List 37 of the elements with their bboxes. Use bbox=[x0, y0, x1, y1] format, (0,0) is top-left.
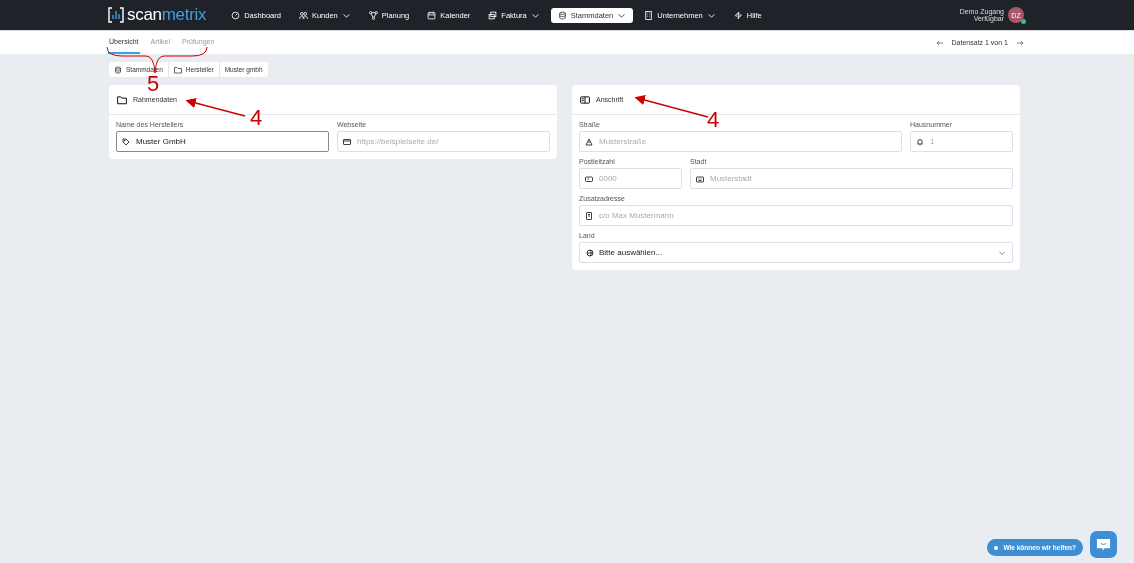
browser-icon bbox=[343, 137, 351, 146]
input-field[interactable]: Musterstadt bbox=[690, 168, 1013, 189]
globe-icon bbox=[586, 248, 594, 257]
tag-icon bbox=[122, 137, 130, 146]
select-field[interactable]: Bitte auswählen... bbox=[579, 242, 1013, 263]
bolt-icon bbox=[733, 10, 743, 20]
folder-icon bbox=[117, 94, 127, 105]
input-field[interactable]: https://beispielseite.de/ bbox=[337, 131, 550, 152]
database-icon bbox=[114, 65, 122, 74]
logo-text: scanmetrix bbox=[127, 5, 207, 25]
gauge-icon bbox=[231, 10, 241, 20]
arrow-right-icon[interactable] bbox=[1016, 38, 1024, 47]
calendar-icon bbox=[427, 10, 437, 20]
annotation-number: 4 bbox=[250, 107, 263, 129]
city-icon bbox=[696, 174, 704, 183]
input-field[interactable]: 0000 bbox=[579, 168, 682, 189]
input-field[interactable]: Muster GmbH bbox=[116, 131, 329, 152]
nodes-icon bbox=[368, 10, 378, 20]
input-field[interactable]: 1 bbox=[910, 131, 1013, 152]
bell-icon bbox=[916, 137, 924, 146]
arrow-left-icon[interactable] bbox=[935, 38, 944, 47]
annotation-number: 4 bbox=[707, 109, 720, 131]
chat-bubble-icon bbox=[1096, 537, 1111, 552]
mailbox-icon bbox=[585, 174, 593, 183]
annotation-arrow bbox=[185, 97, 246, 117]
people-icon bbox=[298, 10, 308, 20]
logo-icon bbox=[108, 7, 124, 23]
database-icon bbox=[557, 10, 567, 20]
road-sign-icon bbox=[585, 137, 593, 146]
note-icon bbox=[585, 211, 593, 220]
id-card-icon bbox=[580, 94, 590, 105]
stack-icon bbox=[488, 10, 498, 20]
input-field[interactable]: Musterstraße bbox=[579, 131, 902, 152]
building-icon bbox=[644, 10, 654, 20]
chat-launcher[interactable] bbox=[1090, 531, 1117, 558]
input-field[interactable]: c/o Max Mustermann bbox=[579, 205, 1013, 226]
folder-icon bbox=[173, 65, 182, 74]
